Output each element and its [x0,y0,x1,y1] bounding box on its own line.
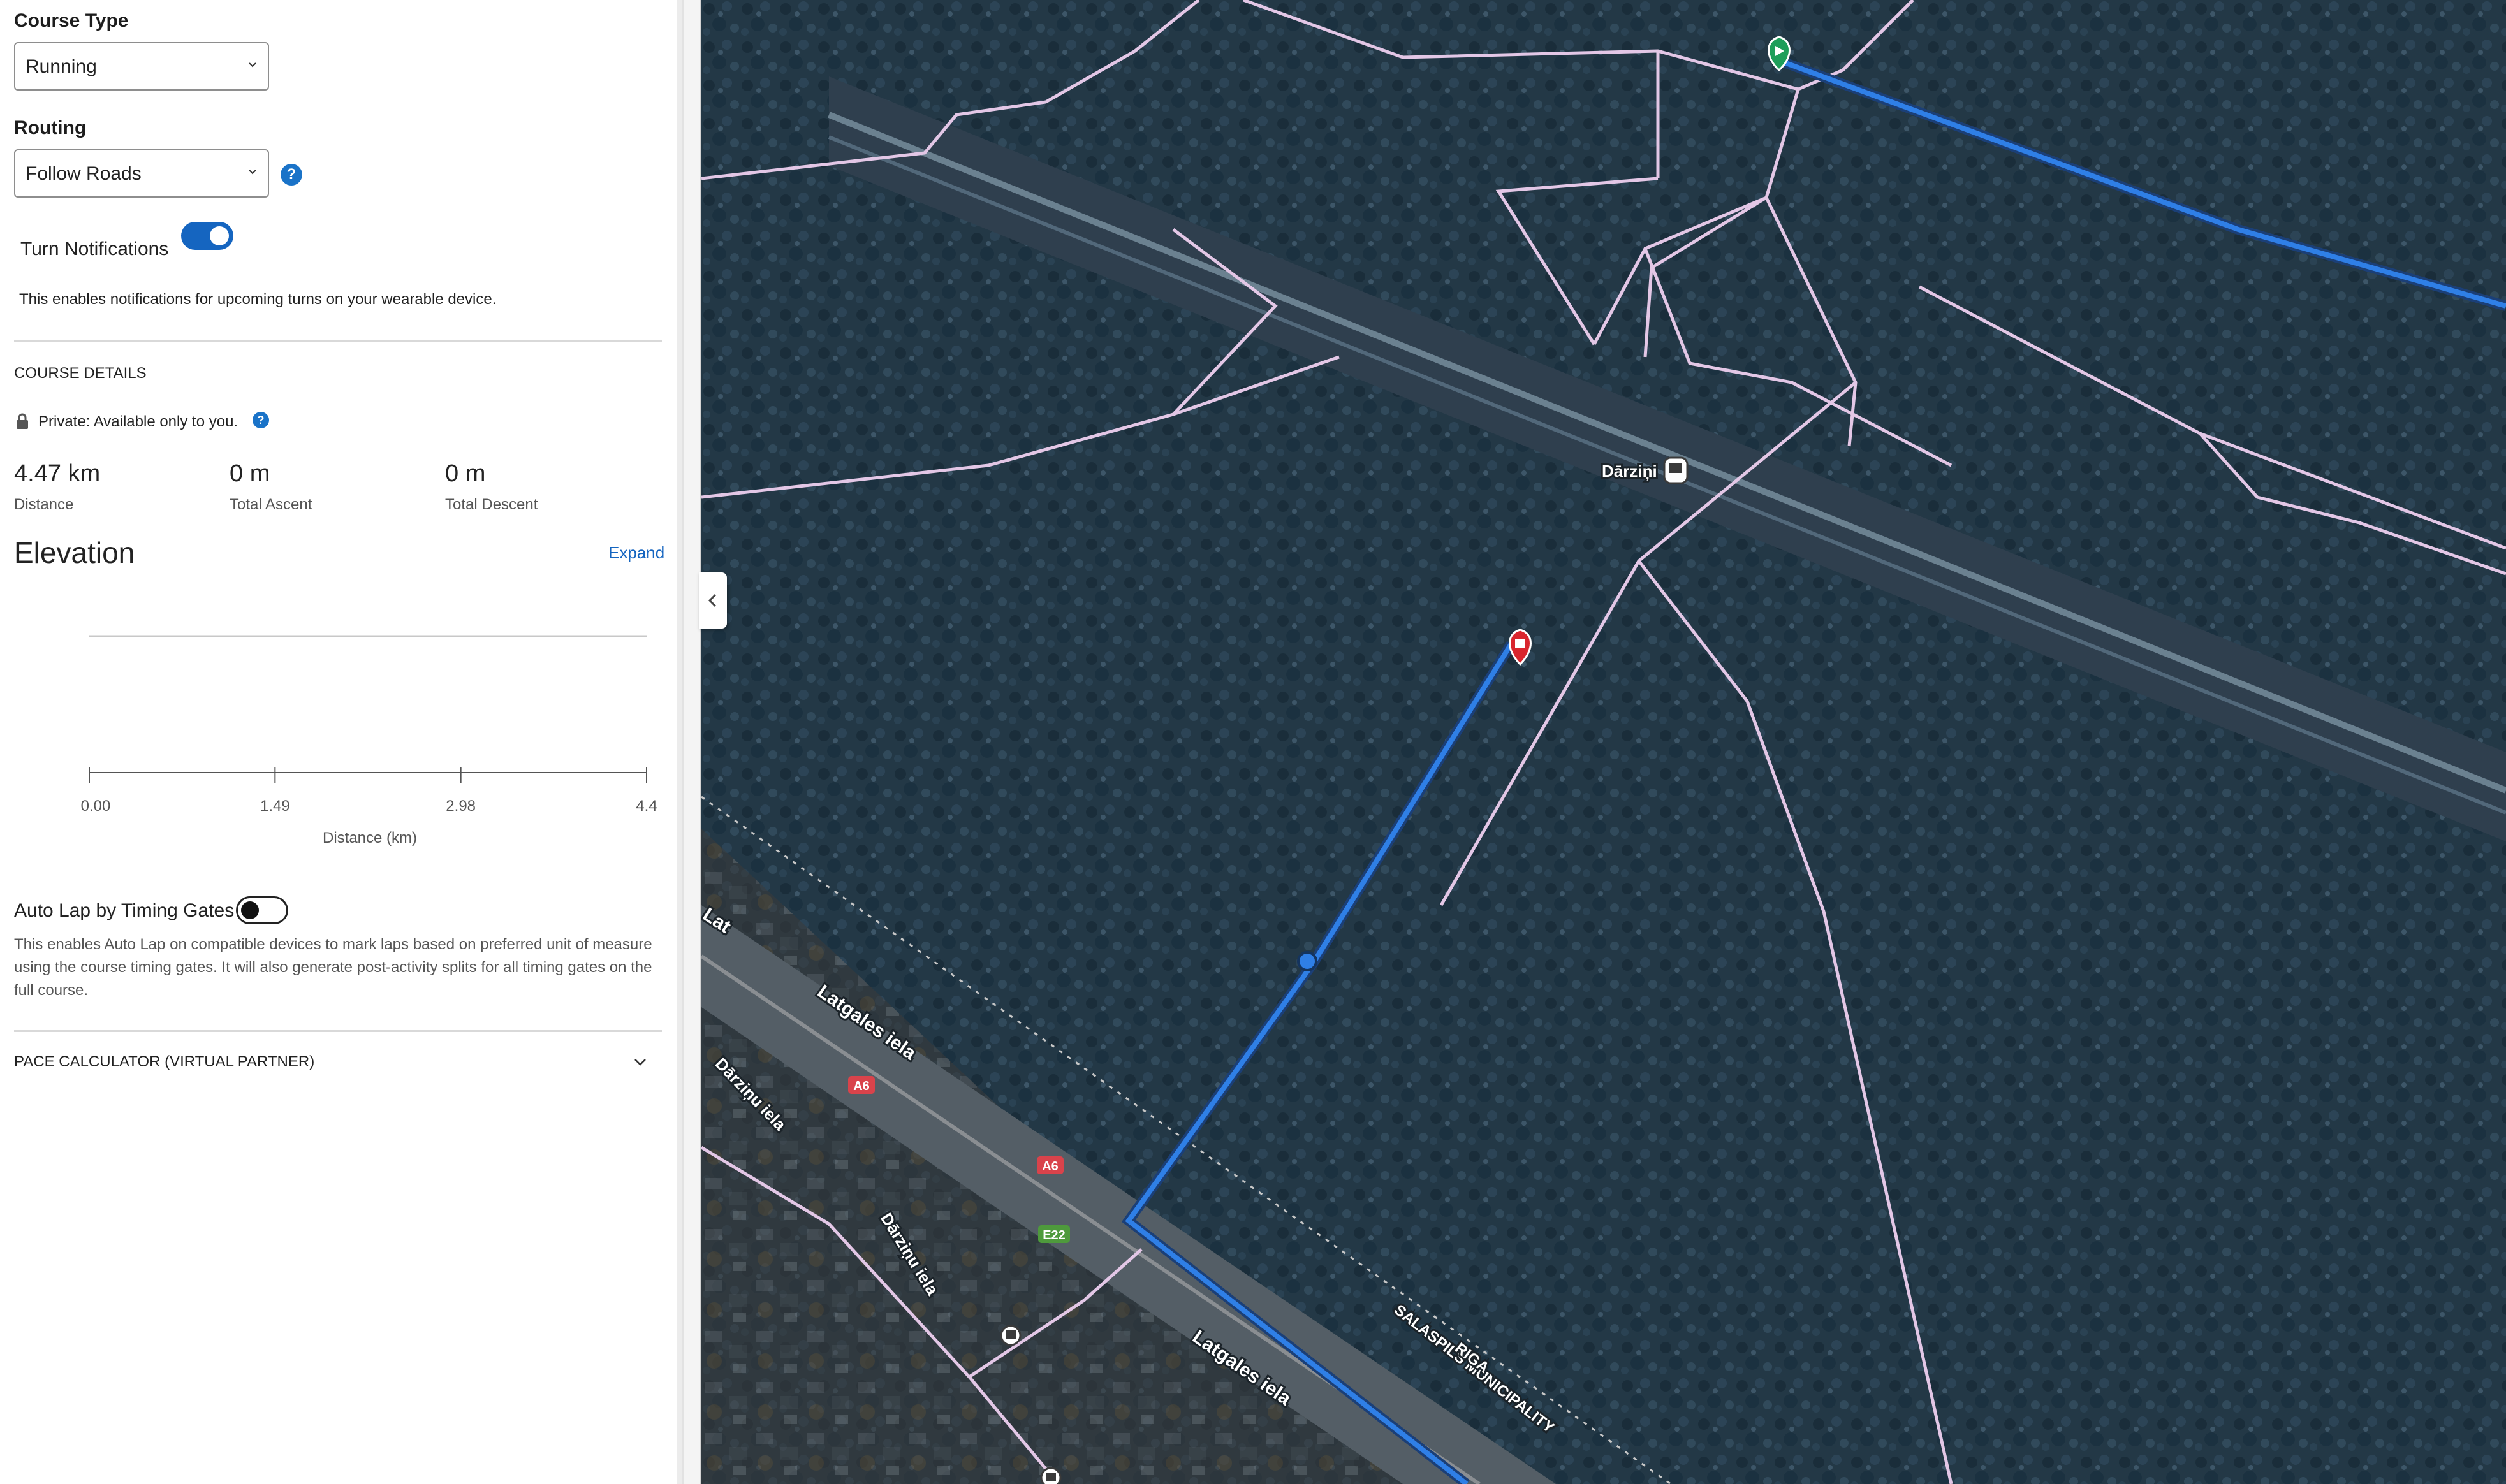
course-type-label: Course Type [14,10,129,31]
elevation-x-tick-label: 1.49 [260,797,290,815]
train-station-icon[interactable] [1663,456,1689,484]
turn-notifications-label: Turn Notifications [20,238,169,259]
distance-value: 4.47 km [14,460,101,487]
bus-stop-icon[interactable] [1000,1325,1022,1346]
course-type-select[interactable]: Running [14,42,269,91]
chevron-down-icon[interactable] [633,1054,648,1070]
toggle-knob [210,226,229,245]
turn-notifications-description: This enables notifications for upcoming … [19,291,497,308]
total-descent-value: 0 m [445,460,486,487]
elevation-chart: 0.00 1.49 2.98 4.4 Distance (km) [81,635,657,847]
privacy-help-icon[interactable]: ? [253,412,269,428]
collapse-panel-button[interactable] [699,572,727,629]
course-type-value: Running [26,56,97,77]
pace-calculator-header[interactable]: PACE CALCULATOR (VIRTUAL PARTNER) [14,1053,314,1071]
road-shield-a6: A6 [848,1076,875,1094]
bus-stop-icon[interactable] [1040,1467,1062,1484]
panel-divider[interactable] [682,0,701,1484]
lock-icon [17,413,28,429]
elevation-x-tick-label: 4.4 [636,797,657,815]
map-canvas[interactable]: Dārziņi Lat Latgales iela Latgales iela … [701,0,2506,1484]
road-shield-e22: E22 [1038,1225,1070,1243]
routing-select[interactable]: Follow Roads [14,149,269,198]
turn-notifications-toggle[interactable] [181,222,233,250]
chevron-down-icon [249,170,256,175]
auto-lap-label: Auto Lap by Timing Gates [14,900,235,921]
divider [14,1030,662,1032]
routing-help-icon[interactable]: ? [281,164,302,186]
auto-lap-description: This enables Auto Lap on compatible devi… [14,936,652,999]
divider [14,340,662,342]
privacy-text: Private: Available only to you. [38,413,238,430]
chevron-left-icon [708,593,717,607]
course-settings-panel: Course Type Running Routing Follow Roads… [0,0,682,1484]
routing-value: Follow Roads [26,163,142,184]
elevation-title: Elevation [14,536,135,569]
elevation-x-tick-label: 0.00 [81,797,111,815]
panel-scrollbar[interactable] [677,0,682,1484]
road-shield-a6: A6 [1037,1156,1064,1174]
station-label: Dārziņi [1602,462,1657,481]
svg-text:A6: A6 [1042,1160,1059,1174]
total-ascent-value: 0 m [230,460,270,487]
elevation-expand-link[interactable]: Expand [608,543,664,563]
total-descent-label: Total Descent [445,496,538,513]
auto-lap-toggle[interactable] [236,896,288,924]
satellite-map[interactable]: Dārziņi Lat Latgales iela Latgales iela … [701,0,2506,1484]
total-ascent-label: Total Ascent [230,496,312,513]
svg-text:A6: A6 [853,1079,870,1093]
elevation-x-tick-label: 2.98 [446,797,476,815]
chevron-down-icon [249,62,256,68]
route-midpoint-handle[interactable] [1297,951,1317,971]
elevation-x-axis-label: Distance (km) [323,829,417,847]
svg-text:E22: E22 [1043,1228,1066,1242]
toggle-knob [241,901,259,919]
routing-label: Routing [14,117,87,138]
course-details-heading: COURSE DETAILS [14,365,147,382]
distance-label: Distance [14,496,74,513]
